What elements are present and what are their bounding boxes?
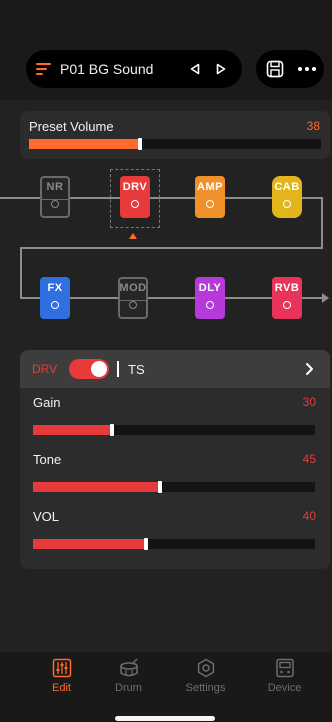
drum-icon (119, 658, 138, 677)
triangle-right-icon (216, 63, 226, 75)
slider-fill (33, 425, 112, 435)
module-enable-toggle[interactable] (69, 359, 109, 379)
tab-settings[interactable]: Settings (164, 658, 247, 710)
chain-module-dly[interactable]: DLY (195, 277, 225, 319)
menu-icon[interactable] (36, 62, 52, 76)
module-divider (274, 199, 300, 200)
slider-fill (33, 539, 146, 549)
module-divider (120, 300, 146, 301)
preset-volume-slider[interactable] (29, 138, 321, 150)
module-label: DLY (198, 282, 222, 294)
module-model-name[interactable]: TS (128, 362, 145, 377)
preset-volume-panel: Preset Volume 38 (20, 111, 330, 159)
tab-label: Settings (185, 682, 226, 694)
module-divider (122, 199, 148, 200)
preset-name[interactable]: P01 BG Sound (60, 61, 180, 77)
module-divider (42, 199, 68, 200)
tab-label: Drum (115, 682, 142, 694)
home-indicator (115, 716, 215, 721)
selected-indicator-icon (129, 233, 137, 239)
tab-device[interactable]: Device (243, 658, 326, 710)
slider-thumb[interactable] (143, 538, 148, 550)
param-label: Gain (33, 395, 61, 410)
bottom-tab-bar: Edit Drum Settings Device (0, 652, 332, 722)
chevron-right-icon[interactable] (302, 361, 316, 377)
save-more-pill (256, 50, 324, 88)
header-divider (117, 361, 119, 377)
toggle-knob (91, 361, 107, 377)
edit-sliders-icon (52, 658, 71, 678)
chain-module-rvb[interactable]: RVB (272, 277, 302, 319)
tab-label: Edit (52, 682, 71, 694)
chain-module-nr[interactable]: NR (40, 176, 70, 218)
param-value: 45 (302, 452, 316, 466)
param-slider-vol[interactable] (33, 538, 315, 550)
param-value: 40 (302, 509, 316, 523)
tab-drum[interactable]: Drum (87, 658, 170, 710)
module-led-icon (206, 301, 214, 309)
preset-volume-value: 38 (306, 119, 320, 133)
param-label: VOL (33, 509, 60, 524)
module-label: DRV (122, 181, 148, 193)
triangle-left-icon (190, 63, 200, 75)
module-divider (274, 300, 300, 301)
module-label: CAB (274, 181, 300, 193)
tab-label: Device (267, 682, 302, 694)
chain-module-amp[interactable]: AMP (195, 176, 225, 218)
module-led-icon (131, 200, 139, 208)
chain-line-left (20, 247, 22, 299)
module-divider (42, 300, 68, 301)
module-led-icon (283, 200, 291, 208)
device-icon (275, 658, 294, 678)
module-led-icon (51, 200, 59, 208)
module-label: FX (47, 282, 63, 294)
module-led-icon (283, 301, 291, 309)
param-slider-gain[interactable] (33, 424, 315, 436)
save-icon[interactable] (266, 60, 284, 78)
chain-module-cab[interactable]: CAB (272, 176, 302, 218)
module-label: RVB (274, 282, 300, 294)
chain-line-middle (20, 247, 323, 249)
module-label: MOD (119, 282, 147, 294)
chain-module-fx[interactable]: FX (40, 277, 70, 319)
param-value: 30 (302, 395, 316, 409)
module-editor-header: DRV TS (20, 350, 330, 388)
module-label: AMP (197, 181, 223, 193)
slider-thumb[interactable] (137, 138, 142, 150)
slider-fill (29, 139, 140, 149)
chain-output-arrow-icon (322, 293, 329, 303)
module-label: NR (46, 181, 64, 193)
chain-line-right (321, 197, 323, 249)
preset-selector[interactable]: P01 BG Sound (26, 50, 242, 88)
module-divider (197, 199, 223, 200)
param-label: Tone (33, 452, 62, 467)
module-type-label: DRV (32, 362, 58, 376)
module-led-icon (129, 301, 137, 309)
slider-thumb[interactable] (157, 481, 162, 493)
settings-gear-icon (197, 658, 214, 678)
module-editor: DRV TS Gain 30 Tone 45 VOL 40 (20, 350, 330, 569)
module-divider (197, 300, 223, 301)
module-led-icon (51, 301, 59, 309)
module-led-icon (206, 200, 214, 208)
next-preset-button[interactable] (210, 58, 232, 80)
chain-module-mod[interactable]: MOD (118, 277, 148, 319)
prev-preset-button[interactable] (184, 58, 206, 80)
more-dots-icon[interactable] (298, 67, 316, 71)
param-slider-tone[interactable] (33, 481, 315, 493)
chain-module-drv[interactable]: DRV (120, 176, 150, 218)
slider-thumb[interactable] (109, 424, 114, 436)
preset-volume-label: Preset Volume (29, 119, 114, 134)
slider-fill (33, 482, 160, 492)
